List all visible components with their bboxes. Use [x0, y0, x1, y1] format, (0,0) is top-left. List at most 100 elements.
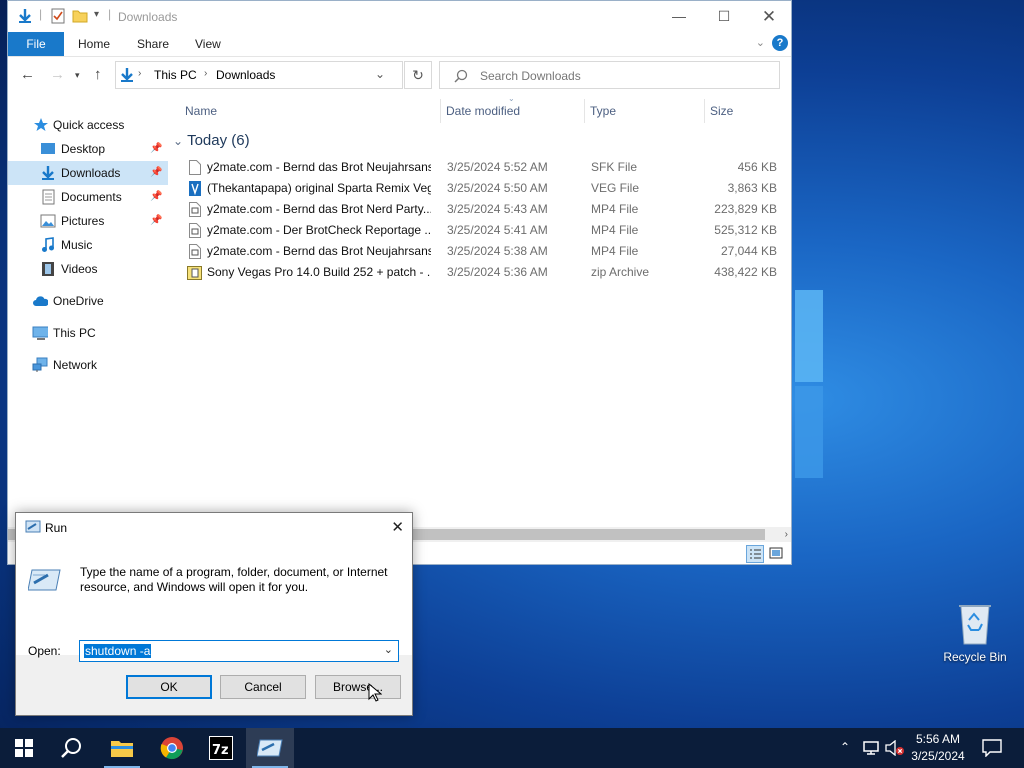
forward-arrow-icon[interactable]: →: [50, 66, 65, 83]
scroll-right-arrow-icon[interactable]: ›: [785, 527, 788, 542]
sidebar-item-onedrive[interactable]: OneDrive: [8, 289, 168, 313]
sidebar-item-label: Desktop: [61, 142, 106, 156]
maximize-button[interactable]: ☐: [701, 1, 747, 32]
properties-icon[interactable]: [50, 8, 66, 24]
minimize-button[interactable]: —: [656, 1, 702, 32]
recent-locations-chevron-icon[interactable]: ▾: [75, 70, 80, 81]
taskbar-7zip[interactable]: 7z: [197, 728, 245, 768]
title-bar: | ▾ | Downloads — ☐ ✕: [8, 1, 791, 32]
sidebar-item-music[interactable]: Music: [8, 233, 168, 257]
tab-view[interactable]: View: [195, 32, 221, 56]
file-row[interactable]: Sony Vegas Pro 14.0 Build 252 + patch - …: [185, 262, 783, 283]
file-row[interactable]: y2mate.com - Bernd das Brot Neujahrsansp…: [185, 241, 783, 262]
browse-button[interactable]: Browse...: [315, 675, 401, 699]
computer-icon: [32, 326, 48, 340]
file-date: 3/25/2024 5:50 AM: [447, 181, 548, 195]
up-arrow-icon[interactable]: ↑: [94, 66, 102, 83]
run-icon: [257, 739, 283, 757]
clock-date[interactable]: 3/25/2024: [905, 749, 971, 763]
mouse-cursor-icon: [368, 683, 382, 702]
sidebar-item-label: OneDrive: [53, 294, 104, 308]
search-button[interactable]: [48, 728, 96, 768]
column-header-size[interactable]: Size: [710, 99, 733, 123]
pin-icon: 📌: [150, 167, 163, 178]
chevron-down-icon[interactable]: ⌄: [384, 643, 393, 656]
close-icon[interactable]: ✕: [391, 518, 404, 536]
group-header-today[interactable]: ⌄ Today (6): [173, 132, 250, 149]
sidebar-item-label: This PC: [53, 326, 96, 340]
column-header-name[interactable]: Name: [185, 99, 217, 123]
taskbar-run-dialog[interactable]: [246, 728, 294, 768]
file-name: y2mate.com - Bernd das Brot Neujahrsansp…: [207, 160, 431, 174]
file-row[interactable]: (Thekantapapa) original Sparta Remix Veg…: [185, 178, 783, 199]
run-command-value[interactable]: shutdown -a: [84, 644, 152, 658]
file-size: 525,312 KB: [714, 223, 777, 237]
run-command-input[interactable]: shutdown -a ⌄: [79, 640, 399, 662]
taskbar-chrome[interactable]: [148, 728, 196, 768]
sidebar-item-label: Videos: [61, 262, 98, 276]
pictures-icon: [40, 214, 56, 228]
sidebar-item-pictures[interactable]: Pictures 📌: [8, 209, 168, 233]
collapse-chevron-icon[interactable]: ⌄: [173, 134, 183, 148]
sidebar-item-documents[interactable]: Documents 📌: [8, 185, 168, 209]
taskbar-file-explorer[interactable]: [98, 728, 146, 768]
qat-dropdown-icon[interactable]: ▾: [94, 9, 99, 20]
column-header-date-modified[interactable]: Date modified: [446, 99, 520, 123]
run-title-bar: Run ✕: [16, 513, 412, 541]
start-button[interactable]: [0, 728, 48, 768]
sidebar-item-videos[interactable]: Videos: [8, 257, 168, 281]
breadcrumb-chevron-icon[interactable]: ›: [138, 68, 141, 79]
file-size: 223,829 KB: [714, 202, 777, 216]
star-icon: [34, 118, 48, 131]
new-folder-icon[interactable]: [72, 8, 88, 24]
column-divider[interactable]: [704, 99, 705, 123]
help-icon[interactable]: ?: [772, 35, 788, 51]
navigation-bar: ← → ▾ ↑ › This PC › Downloads ⌄ ↻ Search…: [8, 57, 791, 95]
close-button[interactable]: ✕: [746, 1, 792, 32]
search-input[interactable]: Search Downloads: [480, 69, 581, 83]
search-box[interactable]: Search Downloads: [439, 61, 780, 89]
clock-time[interactable]: 5:56 AM: [905, 732, 971, 746]
recycle-bin-shortcut[interactable]: Recycle Bin: [940, 600, 1010, 664]
file-row[interactable]: y2mate.com - Bernd das Brot Nerd Party..…: [185, 199, 783, 220]
breadcrumb-this-pc[interactable]: This PC: [154, 68, 197, 82]
details-view-icon[interactable]: [746, 545, 764, 563]
ok-button[interactable]: OK: [126, 675, 212, 699]
large-icons-view-icon[interactable]: [768, 545, 786, 563]
address-bar[interactable]: › This PC › Downloads ⌄ ↻: [115, 61, 432, 89]
cancel-button[interactable]: Cancel: [220, 675, 306, 699]
refresh-icon[interactable]: ↻: [404, 61, 432, 89]
volume-muted-icon[interactable]: [885, 740, 905, 756]
sidebar-item-network[interactable]: Network: [8, 353, 168, 377]
tab-home[interactable]: Home: [78, 32, 110, 56]
file-size: 438,422 KB: [714, 265, 777, 279]
breadcrumb-chevron-icon[interactable]: ›: [204, 68, 207, 79]
column-header-type[interactable]: Type: [590, 99, 616, 123]
breadcrumb-downloads[interactable]: Downloads: [216, 68, 275, 82]
sidebar-item-this-pc[interactable]: This PC: [8, 321, 168, 345]
address-dropdown-icon[interactable]: ⌄: [375, 67, 385, 81]
tab-file[interactable]: File: [8, 32, 64, 56]
column-divider[interactable]: [440, 99, 441, 123]
vegas-project-icon: [189, 181, 201, 196]
expand-ribbon-icon[interactable]: ⌄: [756, 36, 765, 49]
tab-share[interactable]: Share: [137, 32, 169, 56]
notifications-icon[interactable]: [982, 739, 1002, 757]
file-row[interactable]: y2mate.com - Der BrotCheck Reportage ...…: [185, 220, 783, 241]
back-arrow-icon[interactable]: ←: [20, 66, 35, 83]
network-tray-icon[interactable]: [862, 740, 880, 756]
downloads-icon: [42, 166, 54, 180]
show-hidden-icons-chevron-icon[interactable]: ⌃: [840, 740, 850, 754]
file-row[interactable]: y2mate.com - Bernd das Brot Neujahrsansp…: [185, 157, 783, 178]
column-divider[interactable]: [584, 99, 585, 123]
video-file-icon: [189, 202, 201, 217]
sidebar-item-quick-access[interactable]: Quick access: [8, 113, 168, 137]
windows-start-icon: [15, 739, 33, 757]
file-size: 3,863 KB: [727, 181, 777, 195]
sidebar-item-desktop[interactable]: Desktop 📌: [8, 137, 168, 161]
ribbon-tabs: File Home Share View ⌄ ?: [8, 32, 791, 57]
desktop-icon: [41, 143, 55, 154]
sidebar-item-downloads[interactable]: Downloads 📌: [8, 161, 168, 185]
file-date: 3/25/2024 5:52 AM: [447, 160, 548, 174]
file-type: VEG File: [591, 181, 640, 195]
